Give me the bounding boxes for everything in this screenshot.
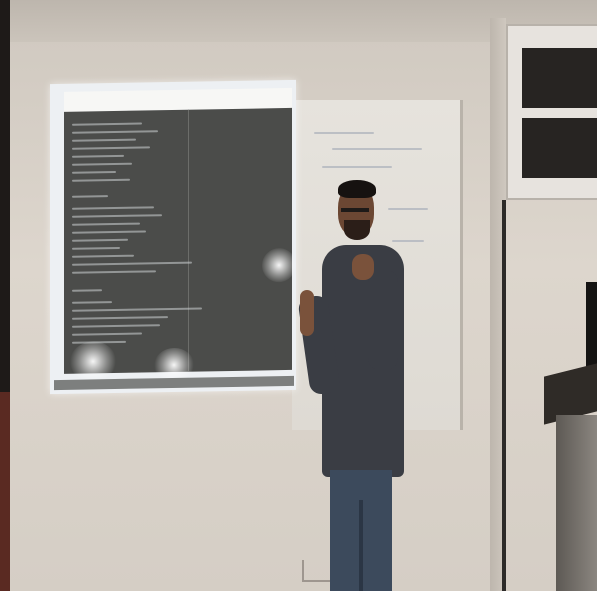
presenter-left-hand [300,290,314,336]
cabinet-shelf [522,48,597,108]
wall-doodle [302,560,330,582]
whiteboard-scribble [332,148,422,150]
wall-cabinet [506,24,597,200]
presenter-leg-gap [359,500,363,591]
presenter-beard [344,220,370,240]
left-edge-red-object [0,392,10,591]
wall-pipe [502,200,506,591]
presenter-right-arm [368,270,398,370]
presenter-right-hand [352,254,374,280]
whiteboard-scribble [314,132,374,134]
projected-screen [50,79,296,395]
presenter-glasses [341,208,369,212]
photo-scene [0,0,597,591]
podium-monitor [586,282,597,372]
light-glare [70,340,116,382]
whiteboard-scribble [392,240,424,242]
editor-split-divider [188,109,189,372]
cabinet-shelf [522,118,597,178]
presenter-hair [338,180,376,198]
podium-body [556,415,597,591]
whiteboard-scribble [388,208,428,210]
whiteboard-scribble [322,166,392,168]
